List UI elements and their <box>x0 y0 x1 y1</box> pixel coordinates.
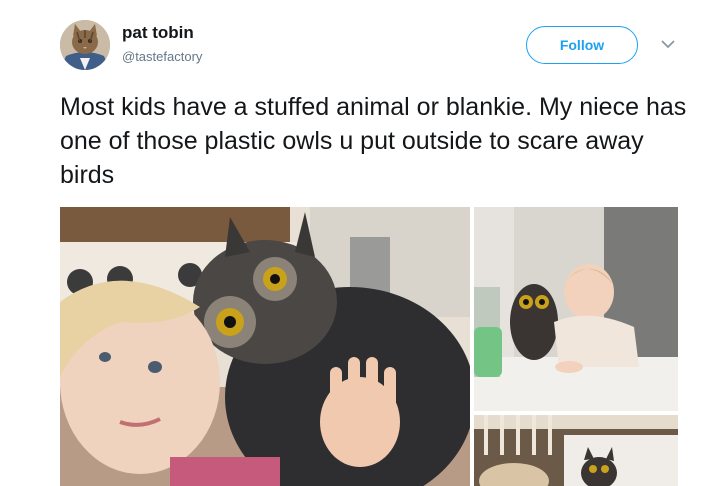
media-grid[interactable] <box>60 207 678 486</box>
follow-button[interactable]: Follow <box>526 26 638 64</box>
author-handle[interactable]: @tastefactory <box>122 49 202 64</box>
photo-child-hugging-owl[interactable] <box>60 207 470 486</box>
chevron-down-icon[interactable] <box>658 36 678 52</box>
avatar[interactable] <box>60 20 110 70</box>
photo-child-in-crib-with-owl[interactable] <box>474 415 678 486</box>
cat-avatar-icon <box>60 20 110 70</box>
tweet-text: Most kids have a stuffed animal or blank… <box>60 93 687 189</box>
author-display-name[interactable]: pat tobin <box>122 23 194 43</box>
photo-child-at-table-with-owl[interactable] <box>474 207 678 411</box>
